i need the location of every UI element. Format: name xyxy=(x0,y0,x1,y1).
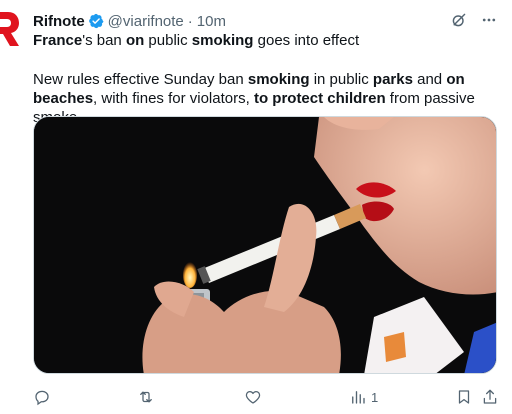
post-headline: France's ban on public smoking goes into… xyxy=(33,32,360,49)
like-button[interactable] xyxy=(244,388,262,406)
author-name[interactable]: Rifnote xyxy=(33,13,85,30)
views-count: 1 xyxy=(371,389,379,405)
verified-badge-icon xyxy=(88,13,104,29)
share-icon xyxy=(483,389,497,404)
views-icon xyxy=(352,391,365,404)
views-button[interactable]: 1 xyxy=(349,388,378,406)
reply-button[interactable] xyxy=(33,388,51,406)
avatar[interactable] xyxy=(0,9,20,49)
retweet-icon xyxy=(140,391,152,403)
grok-icon[interactable] xyxy=(450,11,468,29)
post-header: Rifnote @viarifnote · 10m xyxy=(33,12,226,30)
author-handle[interactable]: @viarifnote xyxy=(108,13,184,30)
action-bar: 1 xyxy=(33,386,497,408)
retweet-button[interactable] xyxy=(137,388,155,406)
post-time[interactable]: 10m xyxy=(197,13,226,30)
post-image[interactable] xyxy=(33,116,497,374)
separator-dot: · xyxy=(187,12,193,30)
more-icon[interactable] xyxy=(480,11,498,29)
rifnote-logo-icon xyxy=(0,12,19,46)
bookmark-icon xyxy=(458,390,470,404)
bookmark-button[interactable] xyxy=(455,388,473,406)
share-button[interactable] xyxy=(481,388,499,406)
reply-icon xyxy=(35,390,49,406)
smoking-photo xyxy=(34,117,496,373)
like-icon xyxy=(245,390,261,404)
header-actions xyxy=(450,11,498,29)
